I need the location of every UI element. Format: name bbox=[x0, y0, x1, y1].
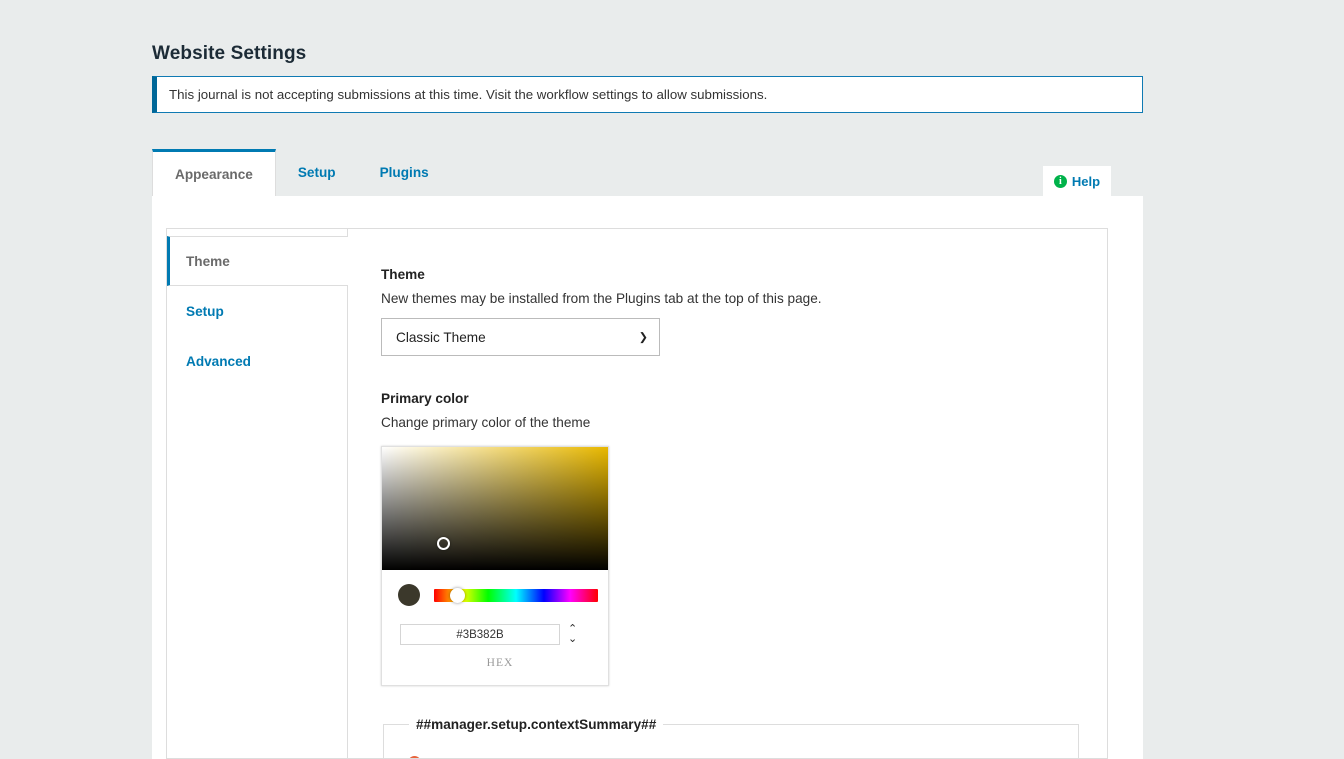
primary-color-description: Change primary color of the theme bbox=[381, 415, 591, 430]
sidebar-item-advanced[interactable]: Advanced bbox=[167, 336, 347, 386]
color-picker-controls bbox=[382, 570, 608, 616]
context-summary-legend: ##manager.setup.contextSummary## bbox=[416, 717, 657, 732]
notification-banner: This journal is not accepting submission… bbox=[152, 76, 1143, 113]
help-button[interactable]: i Help bbox=[1043, 166, 1111, 197]
theme-label: Theme bbox=[381, 267, 425, 282]
appearance-inner-panel: Theme Setup Advanced Theme New themes ma… bbox=[166, 228, 1108, 759]
tab-setup-label: Setup bbox=[297, 165, 336, 180]
hex-stepper[interactable]: ⌃ ⌄ bbox=[568, 624, 577, 645]
hue-slider-handle[interactable] bbox=[450, 587, 466, 603]
sidebar-item-advanced-label: Advanced bbox=[186, 353, 251, 369]
tab-appearance[interactable]: Appearance bbox=[152, 149, 276, 196]
hue-slider[interactable] bbox=[434, 587, 598, 603]
info-icon: i bbox=[1053, 175, 1067, 188]
help-label: Help bbox=[1071, 174, 1101, 189]
hex-input[interactable] bbox=[400, 624, 560, 645]
saturation-value-area[interactable] bbox=[382, 447, 608, 570]
appearance-side-nav: Theme Setup Advanced bbox=[167, 229, 348, 758]
color-picker: ⌃ ⌄ HEX bbox=[381, 446, 609, 686]
primary-color-label: Primary color bbox=[381, 391, 469, 406]
context-summary-row bbox=[400, 748, 1062, 758]
context-summary-fieldset: ##manager.setup.contextSummary## bbox=[383, 717, 1079, 758]
tab-appearance-label: Appearance bbox=[175, 166, 253, 182]
saturation-value-cursor[interactable] bbox=[436, 536, 450, 550]
theme-description: New themes may be installed from the Plu… bbox=[381, 291, 822, 306]
settings-tabs: Appearance Setup Plugins bbox=[152, 149, 1143, 196]
theme-field-group: Theme New themes may be installed from t… bbox=[381, 267, 1107, 356]
notification-message: This journal is not accepting submission… bbox=[169, 86, 768, 102]
tab-setup[interactable]: Setup bbox=[276, 149, 358, 196]
stepper-down-icon[interactable]: ⌄ bbox=[568, 634, 577, 645]
theme-select-wrapper: Classic Theme ❯ bbox=[381, 318, 660, 356]
primary-color-field-group: Primary color Change primary color of th… bbox=[381, 391, 1107, 686]
tab-plugins[interactable]: Plugins bbox=[358, 149, 451, 196]
color-preview-swatch bbox=[398, 584, 420, 606]
tab-plugins-label: Plugins bbox=[379, 165, 429, 180]
theme-select[interactable]: Classic Theme bbox=[381, 318, 660, 356]
hex-format-label: HEX bbox=[486, 657, 514, 669]
page-title: Website Settings bbox=[152, 42, 307, 64]
hex-input-row: ⌃ ⌄ bbox=[382, 616, 608, 645]
sidebar-item-theme[interactable]: Theme bbox=[167, 236, 348, 286]
sidebar-item-setup[interactable]: Setup bbox=[167, 286, 347, 336]
sidebar-item-theme-label: Theme bbox=[186, 253, 230, 269]
website-settings-page: Website Settings This journal is not acc… bbox=[0, 0, 1344, 759]
sidebar-item-setup-label: Setup bbox=[186, 303, 224, 319]
appearance-content: Theme New themes may be installed from t… bbox=[348, 229, 1107, 758]
